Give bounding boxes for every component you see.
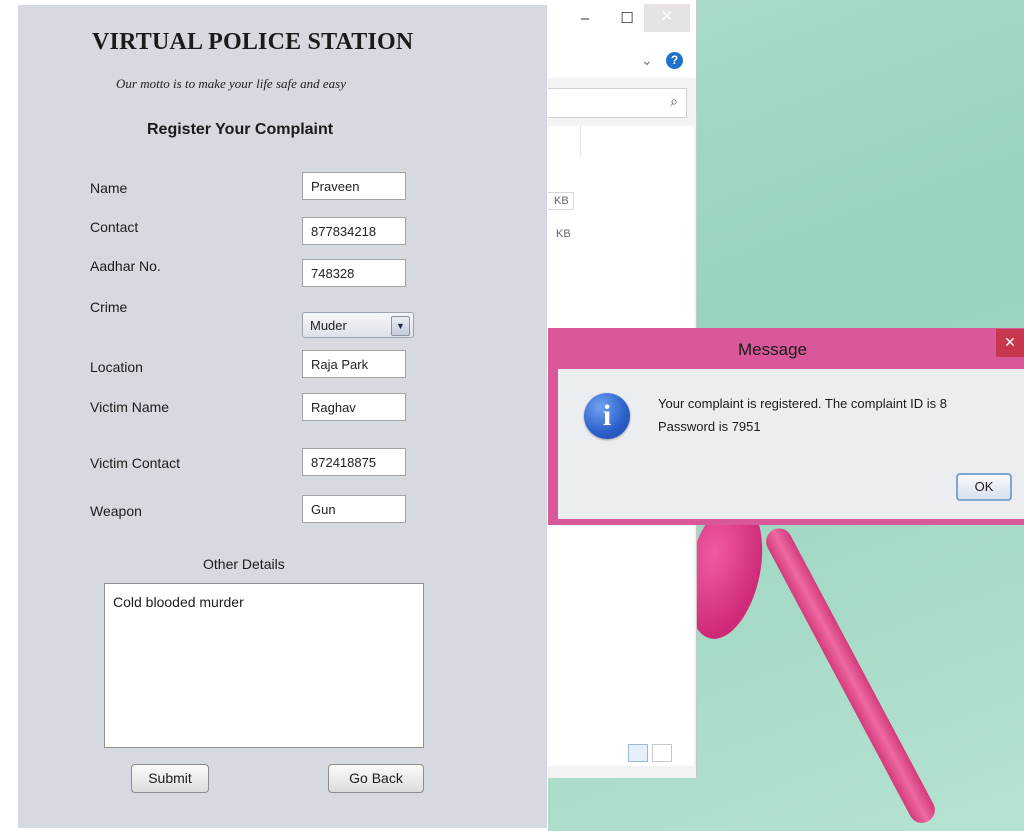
contact-label: Contact [90,219,139,235]
thumbnail-view-icon[interactable] [652,744,672,762]
details-view-icon[interactable] [628,744,648,762]
help-icon[interactable]: ? [666,52,683,69]
go-back-button[interactable]: Go Back [328,764,424,793]
app-title: VIRTUAL POLICE STATION [92,29,414,55]
name-label: Name [90,180,128,196]
minimize-icon[interactable]: – [574,10,596,28]
submit-button[interactable]: Submit [131,764,209,793]
aadhar-field[interactable] [302,259,406,287]
dialog-message-line-1: Your complaint is registered. The compla… [658,396,948,411]
crime-label: Crime [90,299,128,315]
close-icon[interactable]: ✕ [996,329,1024,357]
weapon-field[interactable] [302,495,406,523]
victim-name-label: Victim Name [90,399,170,415]
file-size-cell: KB [556,228,571,240]
location-field[interactable] [302,350,406,378]
form-heading: Register Your Complaint [147,121,334,138]
chevron-down-icon[interactable]: ⌄ [641,52,653,69]
aadhar-label: Aadhar No. [90,258,161,274]
dialog-body: i Your complaint is registered. The comp… [558,369,1024,519]
search-icon[interactable]: ⌕ [670,93,678,110]
other-details-textarea[interactable]: Cold blooded murder [104,583,424,748]
crime-dropdown[interactable]: Muder ▼ [302,312,414,338]
maximize-icon[interactable]: ☐ [616,10,638,28]
ok-button[interactable]: OK [956,473,1012,501]
victim-contact-field[interactable] [302,448,406,476]
victim-name-field[interactable] [302,393,406,421]
other-details-label: Other Details [203,556,285,572]
message-dialog: Message ✕ i Your complaint is registered… [548,328,1024,525]
dialog-title: Message [738,340,807,359]
explorer-titlebar: – ☐ ✕ [548,0,696,44]
weapon-label: Weapon [90,503,142,519]
dialog-message-line-2: Password is 7951 [658,419,761,434]
name-field[interactable] [302,172,406,200]
dropdown-arrow-icon[interactable]: ▼ [391,316,410,336]
victim-contact-label: Victim Contact [90,455,180,471]
column-separator [580,126,581,156]
explorer-search-box[interactable]: ⌕ [548,88,687,118]
info-icon: i [584,393,630,439]
close-icon[interactable]: ✕ [644,4,690,32]
crime-selected-value: Muder [310,318,347,333]
dialog-titlebar[interactable]: Message ✕ [548,328,1024,368]
complaint-form-window: VIRTUAL POLICE STATION Our motto is to m… [18,5,547,828]
location-label: Location [90,359,143,375]
app-motto: Our motto is to make your life safe and … [116,76,346,91]
file-size-cell: KB [548,192,574,210]
contact-field[interactable] [302,217,406,245]
